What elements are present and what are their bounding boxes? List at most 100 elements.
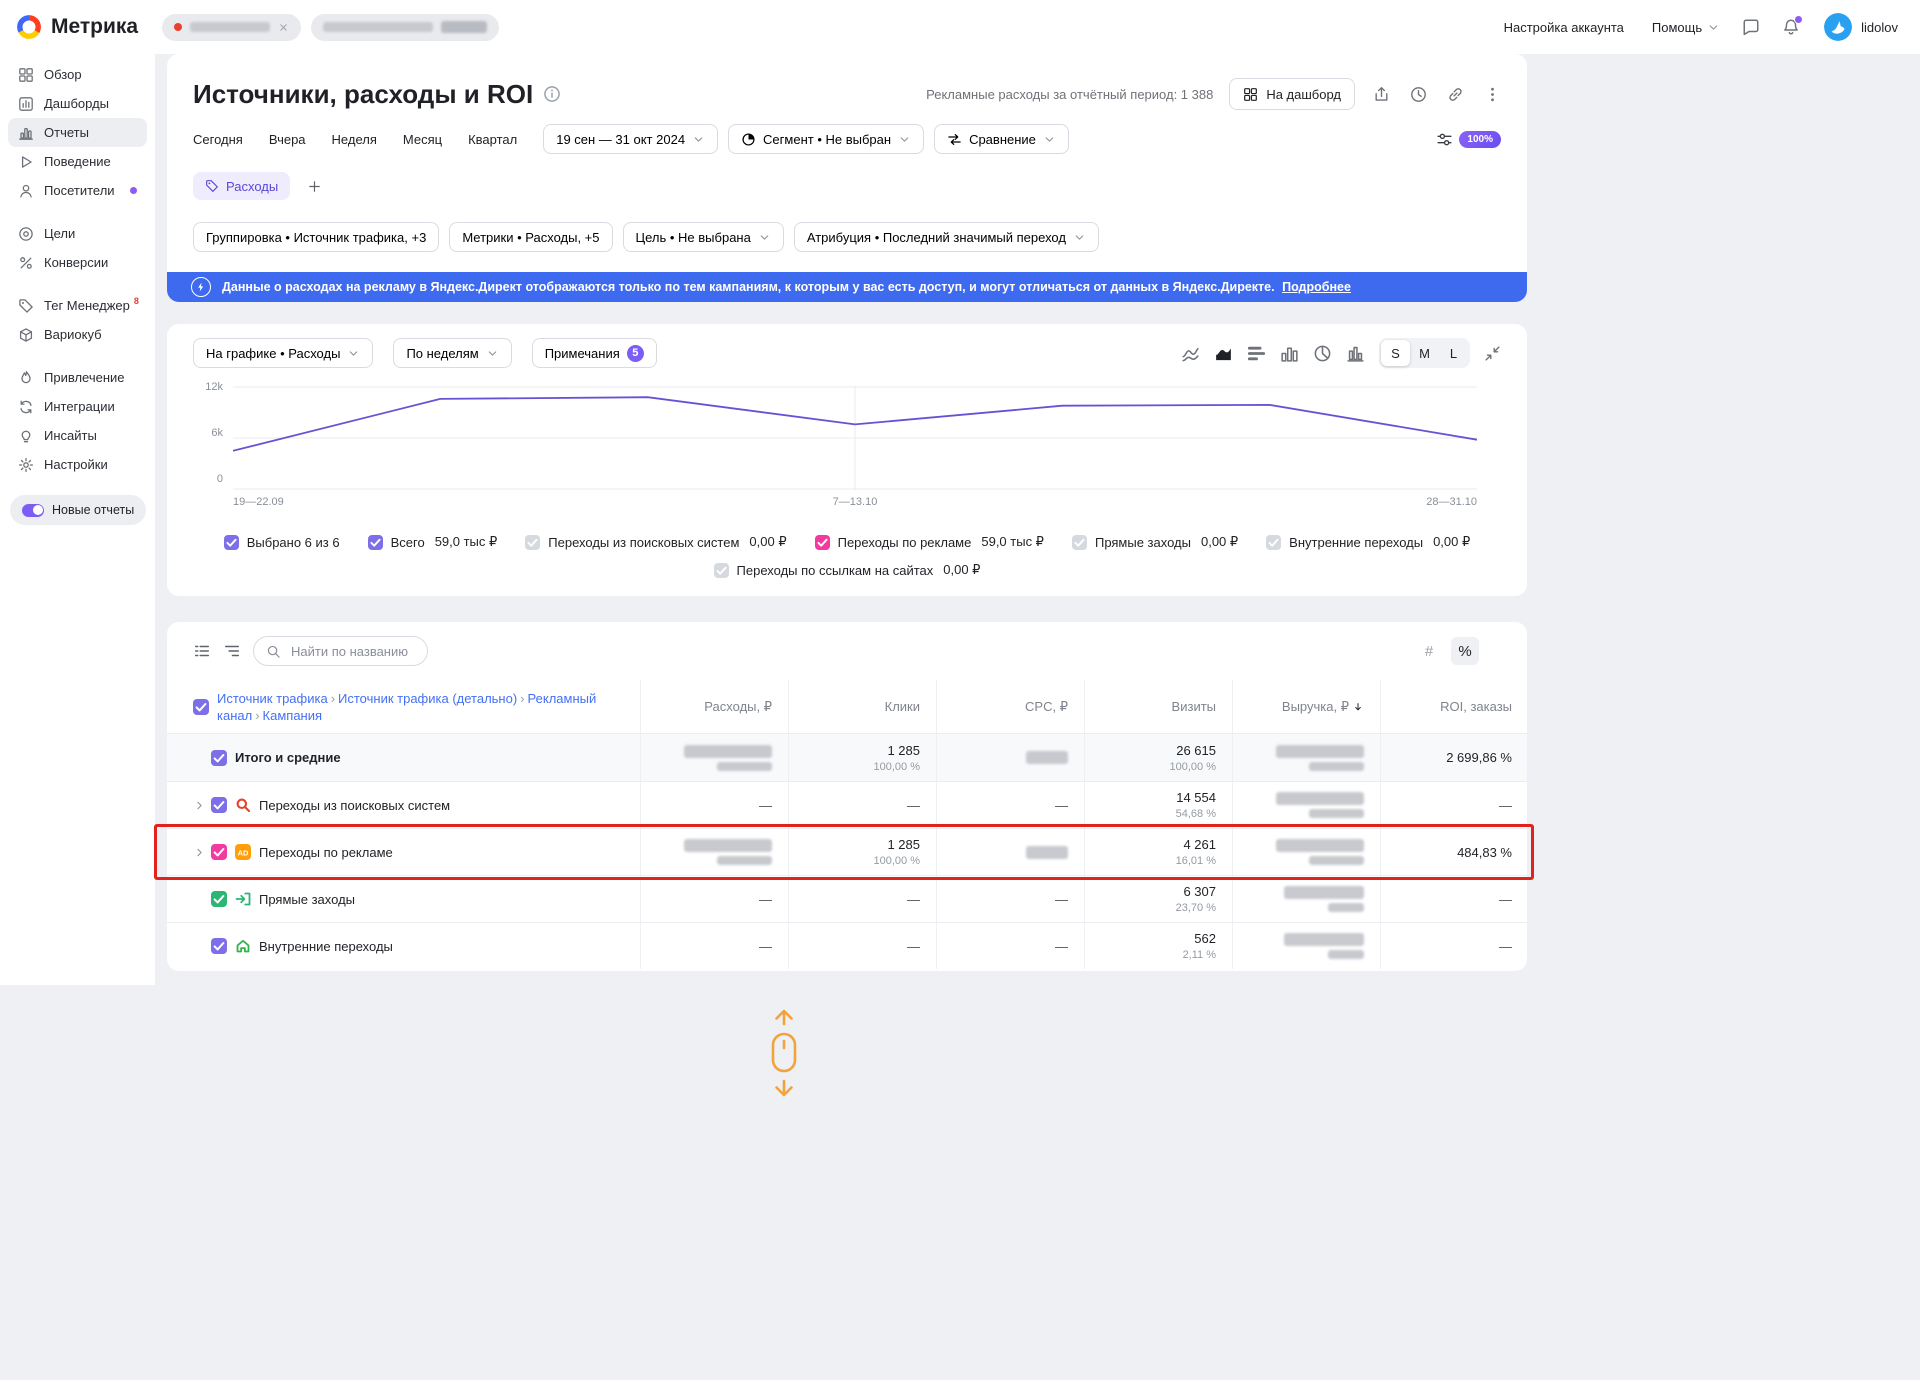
flat-list-view-icon[interactable] [193, 642, 211, 660]
quick-range-tab[interactable]: Вчера [269, 132, 306, 147]
counter-chip-secondary[interactable] [311, 14, 499, 41]
quick-range-tab[interactable]: Месяц [403, 132, 442, 147]
settings-chip[interactable]: Атрибуция • Последний значимый переход [794, 222, 1099, 252]
column-header[interactable]: CPC, ₽ [936, 680, 1084, 733]
percent-values-button[interactable]: % [1451, 637, 1479, 665]
sidebar-item-insights[interactable]: Инсайты [8, 421, 147, 450]
legend-checkbox[interactable] [368, 535, 383, 550]
close-icon[interactable] [278, 22, 289, 33]
chart-metric-picker[interactable]: На графике • Расходы [193, 338, 373, 368]
legend-checkbox[interactable] [1266, 535, 1281, 550]
metrika-logo[interactable]: Метрика [16, 14, 138, 40]
row-checkbox[interactable] [211, 750, 227, 766]
sidebar-item-goals[interactable]: Цели [8, 219, 147, 248]
area-chart-icon[interactable] [1214, 344, 1233, 363]
add-tag-button[interactable] [300, 172, 328, 200]
row-checkbox[interactable] [211, 797, 227, 813]
sidebar-item-behavior[interactable]: Поведение [8, 147, 147, 176]
avatar[interactable] [1824, 13, 1852, 41]
history-button[interactable] [1410, 86, 1427, 103]
legend-item[interactable]: Переходы по рекламе59,0 тыс ₽ [815, 534, 1044, 550]
expand-chevron-icon[interactable] [193, 846, 211, 859]
legend-item[interactable]: Переходы из поисковых систем0,00 ₽ [525, 534, 786, 550]
sidebar-item-overview[interactable]: Обзор [8, 60, 147, 89]
dimension-link[interactable]: Кампания [263, 708, 323, 723]
bar-chart-icon[interactable] [1247, 344, 1266, 363]
line-chart-icon[interactable] [1181, 344, 1200, 363]
info-icon[interactable] [543, 85, 561, 103]
row-checkbox[interactable] [211, 891, 227, 907]
legend-item[interactable]: Переходы по ссылкам на сайтах0,00 ₽ [714, 562, 981, 578]
legend-item[interactable]: Внутренние переходы0,00 ₽ [1266, 534, 1470, 550]
column-header[interactable]: ROI, заказы [1380, 680, 1528, 733]
banner-more-link[interactable]: Подробнее [1282, 280, 1351, 294]
to-dashboard-button[interactable]: На дашборд [1229, 78, 1355, 110]
legend-checkbox[interactable] [714, 563, 729, 578]
date-range-picker[interactable]: 19 сен — 31 окт 2024 [543, 124, 718, 154]
expand-chevron-icon[interactable] [193, 799, 211, 812]
table-row[interactable]: Итого и средние1 285100,00 %26 615100,00… [167, 734, 1527, 781]
sidebar-item-acquisition[interactable]: Привлечение [8, 363, 147, 392]
quick-range-tab[interactable]: Сегодня [193, 132, 243, 147]
table-row[interactable]: Прямые заходы———6 30723,70 %— [167, 875, 1527, 922]
table-row[interactable]: ADПереходы по рекламе1 285100,00 %4 2611… [167, 828, 1527, 875]
help-menu[interactable]: Помощь [1652, 20, 1720, 35]
row-name[interactable]: Прямые заходы [259, 892, 355, 907]
expenses-line-chart[interactable] [233, 386, 1477, 490]
new-reports-toggle[interactable]: Новые отчеты [10, 495, 146, 525]
legend-checkbox[interactable] [1072, 535, 1087, 550]
legend-item[interactable]: Прямые заходы0,00 ₽ [1072, 534, 1238, 550]
chart-size-s[interactable]: S [1381, 340, 1410, 366]
column-header[interactable]: Клики [788, 680, 936, 733]
sidebar-item-reports[interactable]: Отчеты [8, 118, 147, 147]
pie-chart-icon[interactable] [1313, 344, 1332, 363]
tree-view-icon[interactable] [223, 642, 241, 660]
dimension-link[interactable]: Источник трафика (детально) [338, 691, 517, 706]
sidebar-item-settings[interactable]: Настройки [8, 450, 147, 479]
search-input[interactable] [289, 643, 415, 660]
dimension-link[interactable]: Источник трафика [217, 691, 328, 706]
legend-checkbox[interactable] [525, 535, 540, 550]
collapse-icon[interactable] [1484, 345, 1501, 362]
settings-chip[interactable]: Цель • Не выбрана [623, 222, 784, 252]
account-settings-link[interactable]: Настройка аккаунта [1504, 20, 1624, 35]
chart-period-picker[interactable]: По неделям [393, 338, 511, 368]
row-checkbox[interactable] [211, 938, 227, 954]
sidebar-item-conversions[interactable]: Конверсии [8, 248, 147, 277]
counter-chip-primary[interactable] [162, 14, 301, 41]
sidebar-item-visitors[interactable]: Посетители [8, 176, 147, 205]
histogram-icon[interactable] [1346, 344, 1365, 363]
row-name[interactable]: Внутренние переходы [259, 939, 393, 954]
expenses-tag-chip[interactable]: Расходы [193, 172, 290, 200]
row-name[interactable]: Переходы по рекламе [259, 845, 393, 860]
column-header[interactable]: Визиты [1084, 680, 1232, 733]
comparison-picker[interactable]: Сравнение [934, 124, 1069, 154]
select-all-checkbox[interactable] [193, 699, 209, 715]
legend-checkbox[interactable] [224, 535, 239, 550]
username[interactable]: lidolov [1861, 20, 1898, 35]
column-header[interactable]: Выручка, ₽ [1232, 680, 1380, 733]
segment-picker[interactable]: Сегмент • Не выбран [728, 124, 924, 154]
quick-range-tab[interactable]: Неделя [332, 132, 377, 147]
sampling-control[interactable]: 100% [1436, 131, 1501, 148]
absolute-values-button[interactable]: # [1415, 637, 1443, 665]
quick-range-tab[interactable]: Квартал [468, 132, 517, 147]
notifications-button[interactable] [1782, 18, 1800, 36]
sidebar-item-dashboards[interactable]: Дашборды [8, 89, 147, 118]
table-row[interactable]: Переходы из поисковых систем———14 55454,… [167, 781, 1527, 828]
share-button[interactable] [1373, 86, 1390, 103]
chat-button[interactable] [1742, 18, 1760, 36]
sidebar-item-integrations[interactable]: Интеграции [8, 392, 147, 421]
row-checkbox[interactable] [211, 844, 227, 860]
table-row[interactable]: Внутренние переходы———5622,11 %— [167, 922, 1527, 969]
legend-item[interactable]: Выбрано 6 из 6 [224, 534, 340, 550]
sidebar-item-tag-manager[interactable]: Тег Менеджер8 [8, 291, 147, 320]
row-name[interactable]: Итого и средние [235, 750, 341, 765]
settings-chip[interactable]: Группировка • Источник трафика, +3 [193, 222, 439, 252]
row-name[interactable]: Переходы из поисковых систем [259, 798, 450, 813]
chart-size-m[interactable]: M [1410, 340, 1439, 366]
more-button[interactable] [1484, 86, 1501, 103]
legend-checkbox[interactable] [815, 535, 830, 550]
chart-size-l[interactable]: L [1439, 340, 1468, 366]
settings-chip[interactable]: Метрики • Расходы, +5 [449, 222, 612, 252]
